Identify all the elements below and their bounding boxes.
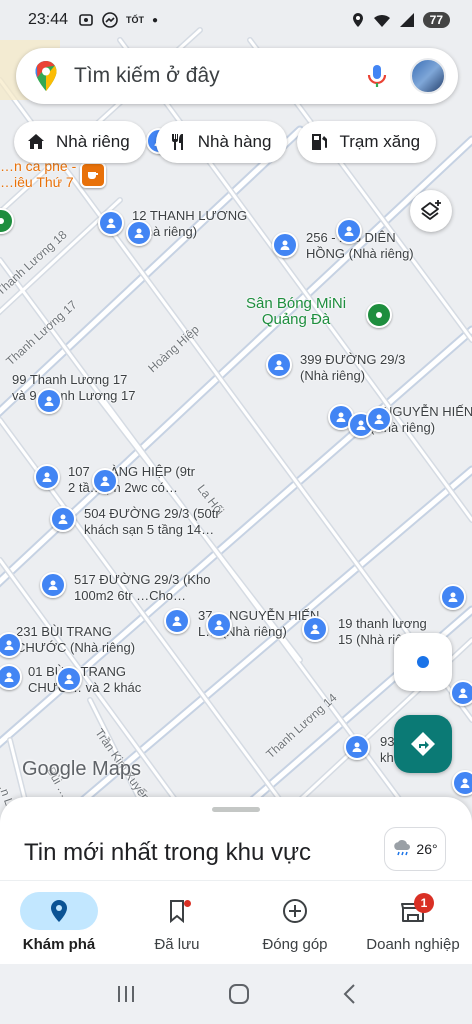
nav-business[interactable]: 1 Doanh nghiệp — [354, 881, 472, 964]
home-pin-icon[interactable] — [98, 210, 124, 236]
add-circle-icon — [283, 899, 307, 923]
location-icon — [352, 13, 363, 27]
home-pin-icon[interactable] — [344, 734, 370, 760]
nav-saved[interactable]: Đã lưu — [118, 881, 236, 964]
home-pin-icon[interactable] — [164, 608, 190, 634]
chip-label: Trạm xăng — [339, 132, 421, 151]
wifi-icon — [373, 14, 390, 27]
home-button-icon[interactable] — [228, 983, 250, 1005]
home-pin-icon[interactable] — [34, 464, 60, 490]
chip-restaurant[interactable]: Nhà hàng — [155, 121, 288, 163]
weather-chip[interactable]: 26° — [384, 827, 446, 871]
place-label-park[interactable]: Sân Bóng MiNi Quảng Đà — [246, 296, 346, 328]
home-pin-icon[interactable] — [450, 680, 472, 706]
home-pin-icon[interactable] — [40, 572, 66, 598]
home-pin-icon[interactable] — [92, 468, 118, 494]
home-pin-icon[interactable] — [36, 388, 62, 414]
notification-badge: 1 — [414, 893, 434, 913]
search-input[interactable]: Tìm kiếm ở đây — [74, 64, 366, 88]
bottom-navigation: Khám phá Đã lưu Đóng góp 1 Doanh nghiệp — [0, 880, 472, 964]
signal-icon — [399, 13, 414, 27]
dot-icon: ● — [152, 14, 159, 26]
sheet-drag-handle[interactable] — [212, 807, 260, 812]
bottom-sheet[interactable]: Tin mới nhất trong khu vực 26° — [0, 797, 472, 887]
home-icon — [28, 134, 44, 149]
home-pin-icon[interactable] — [336, 218, 362, 244]
nav-explore[interactable]: Khám phá — [0, 881, 118, 964]
home-pin-icon[interactable] — [56, 666, 82, 692]
layers-icon — [421, 200, 441, 220]
recent-apps-icon[interactable] — [115, 984, 137, 1004]
explore-pin-icon — [51, 900, 67, 922]
avatar[interactable] — [410, 58, 446, 94]
search-bar[interactable]: Tìm kiếm ở đây — [16, 48, 458, 104]
directions-icon — [411, 732, 435, 756]
place-label[interactable]: 99 Thanh Lương 17 và 9… anh Lương 17 — [12, 372, 135, 404]
status-time: 23:44 — [28, 11, 69, 28]
nav-label: Đóng góp — [262, 936, 328, 953]
place-label[interactable]: 517 ĐƯỜNG 29/3 (Kho 100m2 6tr …Cho… — [74, 572, 210, 604]
notification-dot — [184, 900, 191, 907]
home-pin-icon[interactable] — [50, 506, 76, 532]
category-chips: Nhà riêng Nhà hàng Trạm xăng — [14, 121, 437, 163]
home-pin-icon[interactable] — [366, 406, 392, 432]
microphone-icon[interactable] — [366, 63, 388, 89]
my-location-button[interactable] — [394, 633, 452, 691]
weather-temp: 26° — [416, 841, 438, 857]
home-pin-icon[interactable] — [126, 220, 152, 246]
chip-home[interactable]: Nhà riêng — [14, 121, 146, 163]
home-pin-icon[interactable] — [206, 612, 232, 638]
nav-label: Khám phá — [22, 936, 96, 953]
app-notification-icon: TỐT — [126, 15, 145, 25]
home-pin-icon[interactable] — [302, 616, 328, 642]
messenger-icon — [102, 12, 118, 28]
chip-label: Nhà riêng — [56, 132, 130, 151]
home-pin-icon[interactable] — [440, 584, 466, 610]
my-location-icon — [417, 656, 429, 668]
gas-station-icon — [312, 134, 328, 150]
nav-label: Doanh nghiệp — [366, 936, 460, 953]
system-navigation-bar — [0, 964, 472, 1024]
battery-indicator: 77 — [422, 12, 450, 28]
place-label[interactable]: 399 ĐƯỜNG 29/3 (Nhà riêng) — [300, 352, 405, 384]
nav-contribute[interactable]: Đóng góp — [236, 881, 354, 964]
park-pin-icon[interactable] — [366, 302, 392, 328]
directions-button[interactable] — [394, 715, 452, 773]
cafe-pin-icon[interactable] — [80, 162, 106, 188]
chip-gas-station[interactable]: Trạm xăng — [297, 121, 437, 163]
home-pin-icon[interactable] — [272, 232, 298, 258]
sheet-title: Tin mới nhất trong khu vực — [24, 839, 312, 866]
restaurant-icon — [171, 134, 183, 150]
place-label[interactable]: 504 ĐƯỜNG 29/3 (50tr khách sạn 5 tầng 14… — [84, 506, 220, 538]
google-maps-pin-icon — [35, 61, 57, 91]
layers-button[interactable] — [410, 190, 452, 232]
cloud-rain-icon — [394, 840, 411, 856]
place-label[interactable]: 107 … ÀNG HIỆP (9tr 2 tầ… pn 2wc có… — [68, 464, 195, 496]
home-pin-icon[interactable] — [266, 352, 292, 378]
nav-label: Đã lưu — [154, 936, 200, 953]
back-icon[interactable] — [341, 983, 357, 1005]
home-pin-icon[interactable] — [452, 770, 472, 796]
google-maps-logo: Google Maps — [22, 758, 141, 780]
status-bar: 23:44 TỐT ● 77 — [0, 0, 472, 40]
place-label[interactable]: 231 BÙI TRANG CHƯỚC (Nhà riêng) — [16, 624, 135, 656]
place-label[interactable]: 01 BÙ… TRANGCHƯỚ… và 2 khác — [28, 664, 141, 696]
screenshot-icon — [79, 14, 93, 26]
chip-label: Nhà hàng — [197, 132, 272, 151]
